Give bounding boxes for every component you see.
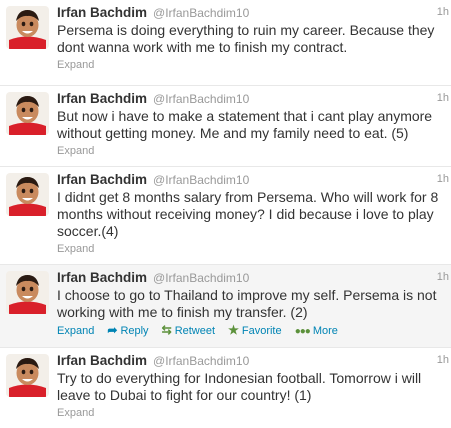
expand-link[interactable]: Expand [57,325,94,338]
more-label: More [312,325,338,337]
author-username[interactable]: @IrfanBachdim10 [153,354,249,368]
favorite-button[interactable]: ★ Favorite [228,324,282,338]
avatar[interactable] [6,92,49,135]
avatar[interactable] [6,271,49,314]
avatar[interactable] [6,354,49,397]
tweet-timeline: Irfan Bachdim @IrfanBachdim10 1h Persema … [0,0,451,428]
author-username[interactable]: @IrfanBachdim10 [153,92,249,106]
expand-link[interactable]: Expand [57,59,94,72]
author-name[interactable]: Irfan Bachdim [57,270,147,285]
reply-icon: ➦ [107,323,118,337]
favorite-label: Favorite [241,325,282,337]
tweet-item[interactable]: Irfan Bachdim @IrfanBachdim10 1h But now … [0,86,451,167]
more-dots-icon: ●●● [294,326,311,337]
author-username[interactable]: @IrfanBachdim10 [153,271,249,285]
tweet-text: But now i have to make a statement that … [57,108,433,141]
tweet-text: I didnt get 8 months salary from Persema… [57,189,439,239]
tweet-item[interactable]: Irfan Bachdim @IrfanBachdim10 1h I choose… [0,265,451,348]
expand-link[interactable]: Expand [57,145,94,158]
author-username[interactable]: @IrfanBachdim10 [153,6,249,20]
tweet-item[interactable]: Irfan Bachdim @IrfanBachdim10 1h I didnt … [0,167,451,265]
expand-link[interactable]: Expand [57,243,94,256]
author-name[interactable]: Irfan Bachdim [57,5,147,20]
retweet-label: Retweet [174,325,216,337]
reply-button[interactable]: ➦ Reply [107,324,148,338]
avatar[interactable] [6,173,49,216]
star-icon: ★ [228,323,239,337]
tweet-text: I choose to go to Thailand to improve my… [57,287,437,320]
retweet-icon: ⇆ [161,323,172,337]
tweet-text: Persema is doing everything to ruin my c… [57,22,435,55]
tweet-time[interactable]: 1h [437,352,449,369]
more-button[interactable]: ●●● More [295,325,338,338]
retweet-button[interactable]: ⇆ Retweet [162,324,215,338]
author-name[interactable]: Irfan Bachdim [57,172,147,187]
expand-link[interactable]: Expand [57,407,94,420]
tweet-time[interactable]: 1h [437,269,449,286]
author-name[interactable]: Irfan Bachdim [57,353,147,368]
author-name[interactable]: Irfan Bachdim [57,91,147,106]
tweet-item[interactable]: Irfan Bachdim @IrfanBachdim10 1h Try to d… [0,348,451,428]
tweet-text: Try to do everything for Indonesian foot… [57,370,422,403]
tweet-time[interactable]: 1h [437,171,449,188]
avatar[interactable] [6,6,49,49]
author-username[interactable]: @IrfanBachdim10 [153,173,249,187]
tweet-item[interactable]: Irfan Bachdim @IrfanBachdim10 1h Persema … [0,0,451,86]
tweet-time[interactable]: 1h [437,4,449,21]
tweet-actions: Expand ➦ Reply ⇆ Retweet ★ Favorite ●●● More [57,324,451,338]
tweet-time[interactable]: 1h [437,90,449,107]
reply-label: Reply [120,325,149,337]
